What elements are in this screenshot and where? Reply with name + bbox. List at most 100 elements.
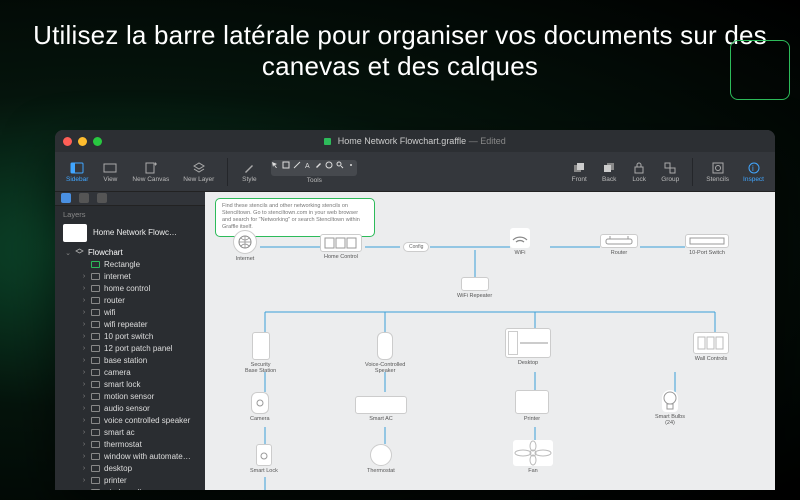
- device-smart-bulbs[interactable]: Smart Bulbs (24): [655, 390, 685, 426]
- object-row[interactable]: ›router: [55, 295, 205, 307]
- object-row[interactable]: ›smart ac: [55, 427, 205, 439]
- back-icon: [602, 161, 616, 175]
- stencils-button[interactable]: Stencils: [701, 159, 734, 185]
- chevron-right-icon[interactable]: ›: [81, 297, 87, 304]
- outline-tab-icon[interactable]: [79, 193, 89, 203]
- view-button[interactable]: View: [97, 159, 123, 185]
- fan-icon: [513, 440, 553, 466]
- point-tool-icon[interactable]: [347, 161, 358, 175]
- device-desktop[interactable]: Desktop: [505, 328, 551, 366]
- device-10port-switch[interactable]: 10-Port Switch: [685, 234, 729, 256]
- chevron-right-icon[interactable]: ›: [81, 285, 87, 292]
- device-security-base[interactable]: Security Base Station: [245, 332, 276, 374]
- object-row[interactable]: ›motion sensor: [55, 391, 205, 403]
- object-row[interactable]: ›home control: [55, 283, 205, 295]
- object-row[interactable]: ›10 port switch: [55, 331, 205, 343]
- chevron-right-icon[interactable]: ›: [81, 441, 87, 448]
- stamp-tool-icon[interactable]: [325, 161, 336, 175]
- chevron-right-icon[interactable]: ›: [81, 465, 87, 472]
- object-name: camera: [104, 368, 131, 377]
- browse-tool-icon[interactable]: [336, 161, 347, 175]
- tools-palette[interactable]: A Tools: [266, 158, 362, 186]
- chevron-right-icon[interactable]: ›: [81, 405, 87, 412]
- lock-button[interactable]: Lock: [626, 159, 652, 185]
- object-icon: [91, 477, 100, 484]
- object-row[interactable]: ›voice controlled speaker: [55, 415, 205, 427]
- chevron-right-icon[interactable]: ›: [81, 345, 87, 352]
- chevron-right-icon[interactable]: ›: [81, 273, 87, 280]
- object-row[interactable]: › 12 port patch panel: [55, 343, 205, 355]
- text-tool-icon[interactable]: A: [304, 161, 315, 175]
- config-pill[interactable]: Config: [403, 242, 429, 252]
- device-fan[interactable]: Fan: [513, 440, 553, 474]
- object-row[interactable]: ›audio sensor: [55, 403, 205, 415]
- object-name: Rectangle: [104, 260, 140, 269]
- object-row[interactable]: ›desktop: [55, 463, 205, 475]
- device-printer[interactable]: Printer: [515, 390, 549, 422]
- device-thermostat[interactable]: Thermostat: [367, 444, 395, 474]
- object-name: 12 port patch panel: [104, 344, 173, 353]
- selection-tab-icon[interactable]: [97, 193, 107, 203]
- object-row[interactable]: ›base station: [55, 355, 205, 367]
- chevron-right-icon[interactable]: ›: [81, 369, 87, 376]
- object-row[interactable]: ›smart lock: [55, 379, 205, 391]
- chevron-down-icon[interactable]: ⌄: [65, 249, 71, 257]
- canvas-area[interactable]: Find these stencils and other networking…: [205, 192, 775, 490]
- front-button[interactable]: Front: [566, 159, 592, 185]
- chevron-right-icon[interactable]: ›: [81, 453, 87, 460]
- chevron-right-icon[interactable]: ›: [81, 489, 87, 490]
- canvas-row[interactable]: Home Network Flowc…: [55, 221, 205, 245]
- sidebar-toggle-button[interactable]: Sidebar: [61, 159, 93, 185]
- object-name: wifi repeater: [104, 320, 148, 329]
- object-row[interactable]: ›thermostat: [55, 439, 205, 451]
- new-layer-button[interactable]: New Layer: [178, 159, 219, 185]
- router-icon: [604, 236, 634, 246]
- device-home-control[interactable]: Home Control: [320, 234, 362, 260]
- new-canvas-icon: [144, 161, 158, 175]
- object-row[interactable]: ›window with automate…: [55, 451, 205, 463]
- new-canvas-button[interactable]: New Canvas: [127, 159, 174, 185]
- layer-row[interactable]: ⌄ Flowchart: [55, 247, 205, 259]
- group-button[interactable]: Group: [656, 159, 684, 185]
- inspect-button[interactable]: i Inspect: [738, 159, 769, 185]
- device-wall-controls[interactable]: Wall Controls: [693, 332, 729, 362]
- chevron-right-icon[interactable]: ›: [81, 417, 87, 424]
- device-voice-speaker[interactable]: Voice-Controlled Speaker: [365, 332, 405, 374]
- device-smart-lock[interactable]: Smart Lock: [250, 444, 278, 474]
- pointer-tool-icon[interactable]: [271, 161, 282, 175]
- chevron-right-icon[interactable]: ›: [81, 333, 87, 340]
- object-row[interactable]: ›wifi: [55, 307, 205, 319]
- shape-tool-icon[interactable]: [282, 161, 293, 175]
- device-router[interactable]: Router: [600, 234, 638, 256]
- object-icon: [91, 381, 100, 388]
- style-button[interactable]: Style: [236, 159, 262, 185]
- object-row[interactable]: ›wireless dimmer: [55, 487, 205, 490]
- device-internet[interactable]: Internet: [233, 230, 257, 262]
- filename: Home Network Flowchart.graffle: [338, 136, 466, 146]
- object-row[interactable]: › wifi repeater: [55, 319, 205, 331]
- chevron-right-icon[interactable]: ›: [81, 357, 87, 364]
- device-wifi-repeater[interactable]: WiFi Repeater: [457, 277, 492, 299]
- chevron-right-icon[interactable]: ›: [81, 477, 87, 484]
- layer-name: Flowchart: [88, 248, 123, 257]
- back-button[interactable]: Back: [596, 159, 622, 185]
- chevron-right-icon[interactable]: ›: [81, 429, 87, 436]
- object-icon: [91, 297, 100, 304]
- device-smart-ac[interactable]: Smart AC: [355, 396, 407, 422]
- line-tool-icon[interactable]: [293, 161, 304, 175]
- chevron-right-icon[interactable]: ›: [81, 309, 87, 316]
- layers-tab-icon[interactable]: [61, 193, 71, 203]
- panel-icon: [324, 237, 358, 249]
- object-row[interactable]: ›internet: [55, 271, 205, 283]
- chevron-right-icon[interactable]: ›: [81, 321, 87, 328]
- pen-tool-icon[interactable]: [314, 161, 325, 175]
- object-row[interactable]: ›printer: [55, 475, 205, 487]
- chevron-right-icon[interactable]: ›: [81, 393, 87, 400]
- object-row[interactable]: Rectangle: [55, 259, 205, 271]
- chevron-right-icon[interactable]: ›: [81, 381, 87, 388]
- document-icon: [324, 138, 331, 145]
- object-icon: [91, 405, 100, 412]
- device-wifi[interactable]: WiFi: [510, 228, 530, 256]
- object-row[interactable]: › camera: [55, 367, 205, 379]
- device-camera[interactable]: Camera: [250, 392, 270, 422]
